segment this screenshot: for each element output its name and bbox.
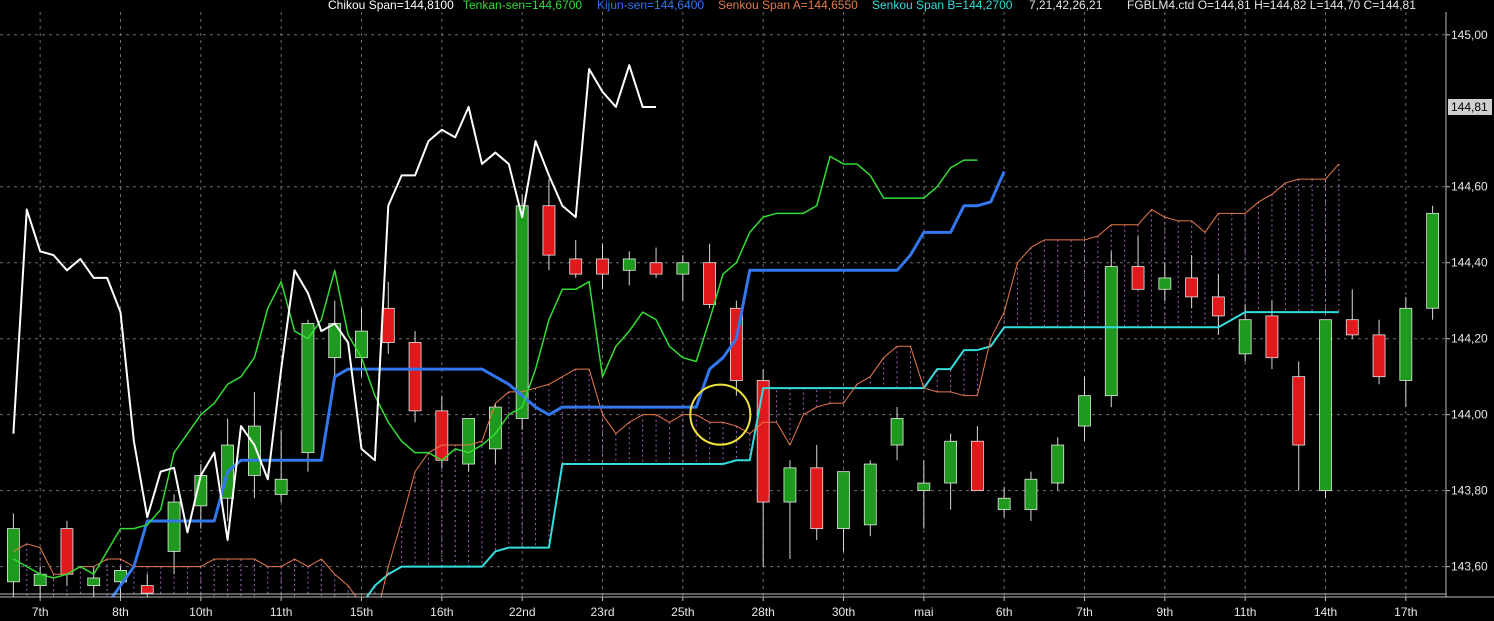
candle-body <box>890 418 904 446</box>
candle-body <box>1399 307 1413 381</box>
candle-body <box>60 528 74 575</box>
candle-body <box>1426 212 1440 309</box>
candle-body <box>1372 334 1386 378</box>
last-price-label: 144,81 <box>1451 100 1488 114</box>
x-tick-label: 8th <box>112 605 129 619</box>
x-tick-label: 11th <box>1234 605 1256 619</box>
candle-body <box>408 342 422 412</box>
y-tick-label: 143,80 <box>1451 484 1488 498</box>
candle-body <box>1480 137 1492 160</box>
candle-body <box>622 258 636 271</box>
candle-body <box>542 205 556 256</box>
candle-body <box>703 262 717 305</box>
candle-body <box>87 577 101 587</box>
candle-body <box>462 418 476 465</box>
y-tick-label: 144,00 <box>1451 408 1488 422</box>
candle-body <box>1051 444 1065 484</box>
y-tick-label: 144,40 <box>1451 256 1488 270</box>
candle-body <box>1024 478 1038 511</box>
candle-body <box>997 497 1011 511</box>
plot-area <box>0 12 1492 597</box>
candle-body <box>676 262 690 275</box>
y-tick-label: 144,60 <box>1451 180 1488 194</box>
x-tick-label: 7th <box>32 605 49 619</box>
candle-body <box>863 463 877 526</box>
chart-window: Chikou Span=144,8100 Tenkan-sen=144,6700… <box>0 0 1494 621</box>
candle-body <box>649 262 663 275</box>
x-tick-label: 28th <box>751 605 774 619</box>
candle-body <box>917 482 931 492</box>
kijun-sen-line <box>110 170 1006 597</box>
candle-body <box>1292 376 1306 446</box>
x-tick-label: 7th <box>1076 605 1093 619</box>
candle-body <box>1185 277 1199 298</box>
candle-body <box>1078 395 1091 427</box>
x-tick-label: 17th <box>1394 605 1417 619</box>
candle-body <box>167 501 181 552</box>
candle-body <box>1319 319 1332 492</box>
x-tick-label: 25th <box>671 605 694 619</box>
candle-body <box>1265 315 1279 359</box>
candle-body <box>6 528 20 583</box>
highlight-circle <box>689 383 752 446</box>
y-tick-label: 143,60 <box>1451 560 1488 574</box>
candle-body <box>783 467 797 503</box>
candle-body <box>1104 266 1118 397</box>
candle-body <box>756 380 770 503</box>
ichimoku-chart[interactable]: 143,60 143,80 144,00 144,20 144,40 144,60 145,… <box>0 0 1494 621</box>
senkou-span-b-line <box>365 311 1339 597</box>
candle-body <box>569 258 583 275</box>
candle-body <box>1238 319 1252 355</box>
x-tick-label: 15th <box>350 605 373 619</box>
x-tick-label: 6th <box>996 605 1013 619</box>
candle-body <box>596 258 609 275</box>
x-tick-label: 30th <box>832 605 855 619</box>
x-tick-label: 14th <box>1314 605 1337 619</box>
y-tick-label: 144,20 <box>1451 332 1488 346</box>
candle-body <box>140 585 154 594</box>
x-tick-label: 22nd <box>509 605 536 619</box>
candle-body <box>1158 277 1172 290</box>
y-tick-label: 145,00 <box>1451 28 1488 42</box>
candle-body <box>435 410 449 461</box>
candle-body <box>944 440 958 484</box>
candle-body <box>301 323 315 454</box>
candle-body <box>970 440 984 492</box>
candle-body <box>837 471 850 530</box>
candle-body <box>381 307 395 343</box>
x-tick-label: 16th <box>430 605 453 619</box>
candle-body <box>355 330 368 359</box>
candle-body <box>1131 266 1145 290</box>
candle-body <box>515 205 529 419</box>
candle-body <box>810 467 824 530</box>
x-tick-label: 10th <box>189 605 212 619</box>
x-tick-label: 9th <box>1156 605 1173 619</box>
senkou-span-a-line <box>13 163 1340 597</box>
x-tick-label: mai <box>914 605 933 619</box>
candle-body <box>1211 296 1225 317</box>
x-tick-label: 11th <box>270 605 292 619</box>
x-tick-label: 23rd <box>590 605 614 619</box>
candle-body <box>1345 319 1359 336</box>
candle-body <box>247 425 261 476</box>
candle-body <box>274 478 288 495</box>
